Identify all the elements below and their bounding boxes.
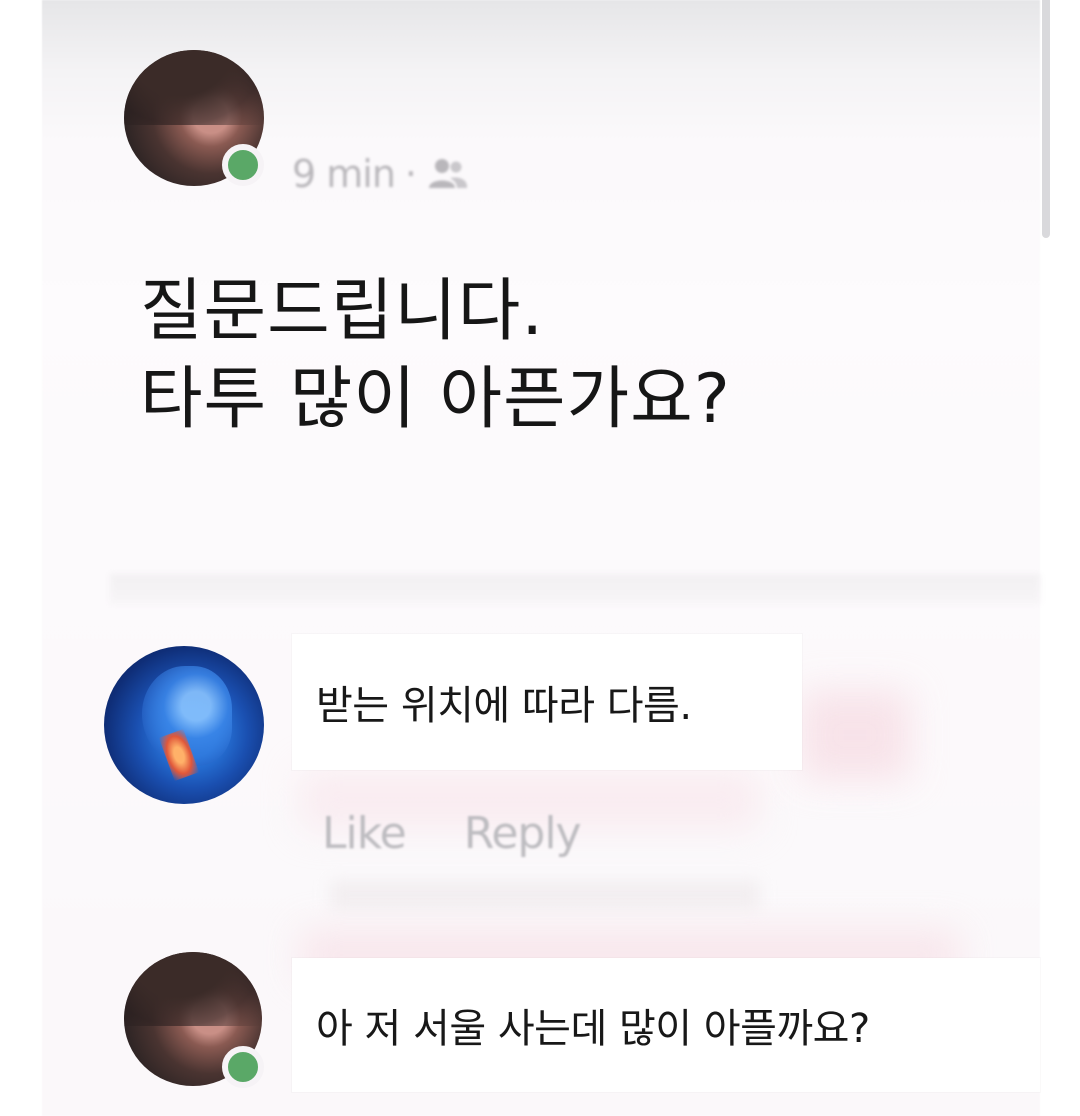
background-blur	[800, 690, 910, 780]
reply-button[interactable]: Reply	[464, 808, 582, 859]
comment-bubble[interactable]: 받는 위치에 따라 다름.	[292, 634, 802, 770]
avatar-hair	[124, 952, 262, 1026]
scrollbar[interactable]	[1042, 0, 1050, 238]
post-body: 질문드립니다. 타투 많이 아픈가요?	[140, 268, 731, 444]
blurred-reply-preview	[330, 880, 760, 910]
online-status-dot	[222, 1046, 264, 1088]
comment-text: 받는 위치에 따라 다름.	[316, 683, 692, 729]
commenter-avatar[interactable]	[104, 646, 264, 804]
reply-text: 아 저 서울 사는데 많이 아플까요?	[316, 1006, 870, 1052]
avatar-hair	[124, 50, 264, 125]
post-meta: 9 min ·	[292, 152, 470, 196]
meta-separator: ·	[404, 152, 417, 196]
reply-bubble[interactable]: 아 저 서울 사는데 많이 아플까요?	[292, 958, 1040, 1092]
online-status-dot	[222, 144, 264, 186]
friends-icon	[429, 159, 468, 188]
comment-actions: Like Reply	[322, 808, 639, 859]
post-line-2: 타투 많이 아픈가요?	[140, 360, 731, 439]
screenshot-frame: 9 min · 질문드립니다. 타투 많이 아픈가요? 받는 위치에 따라 다름…	[0, 0, 1080, 1116]
comments-divider	[110, 574, 1040, 604]
like-button[interactable]: Like	[322, 808, 407, 859]
post-timestamp[interactable]: 9 min	[292, 152, 396, 196]
post-line-1: 질문드립니다.	[140, 272, 544, 351]
